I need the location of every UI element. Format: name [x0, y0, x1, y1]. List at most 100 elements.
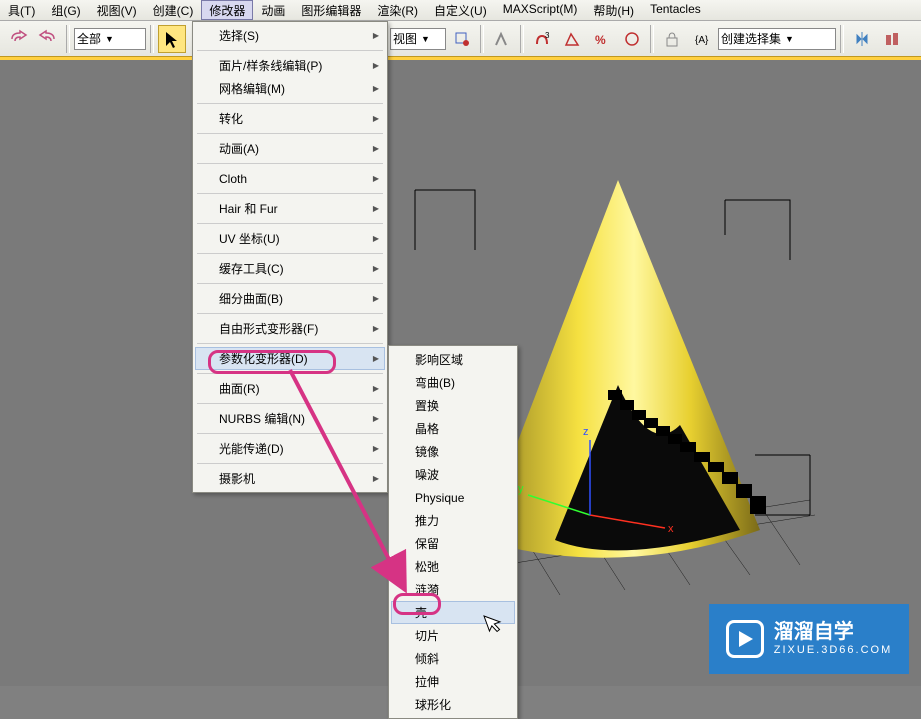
- submenu-skew[interactable]: 倾斜: [391, 647, 515, 670]
- align-icon[interactable]: [878, 25, 906, 53]
- menu-separator: [197, 433, 383, 434]
- submenu-displace[interactable]: 置换: [391, 394, 515, 417]
- menu-separator: [197, 343, 383, 344]
- menu-separator: [197, 103, 383, 104]
- main-toolbar: 全部 ▼ 视图 ▼ 3 % {A} 创建选择集 ▼: [0, 21, 921, 57]
- svg-text:y: y: [518, 483, 524, 495]
- menu-mesh-editing[interactable]: 网格编辑(M): [195, 77, 385, 100]
- menu-radiosity[interactable]: 光能传递(D): [195, 437, 385, 460]
- toolbar-separator: [520, 25, 524, 53]
- angle-snap-icon[interactable]: [558, 25, 586, 53]
- menu-free-form-deformers[interactable]: 自由形式变形器(F): [195, 317, 385, 340]
- menu-separator: [197, 463, 383, 464]
- svg-text:{A}: {A}: [695, 35, 709, 46]
- menu-modifiers[interactable]: 修改器: [201, 0, 253, 20]
- toolbar-separator: [650, 25, 654, 53]
- watermark-subtitle: ZIXUE.3D66.COM: [774, 644, 892, 657]
- submenu-shell[interactable]: 壳: [391, 601, 515, 624]
- reference-coord-label: 视图: [393, 30, 417, 47]
- menu-view[interactable]: 视图(V): [89, 0, 145, 20]
- select-and-manipulate-icon[interactable]: [488, 25, 516, 53]
- redo-icon[interactable]: [34, 25, 62, 53]
- snap-toggle-icon[interactable]: 3: [528, 25, 556, 53]
- toolbar-separator: [840, 25, 844, 53]
- menu-animation-modifiers[interactable]: 动画(A): [195, 137, 385, 160]
- menu-cloth[interactable]: Cloth: [195, 167, 385, 190]
- menu-separator: [197, 193, 383, 194]
- menu-separator: [197, 223, 383, 224]
- svg-text:x: x: [668, 523, 674, 535]
- toolbar-separator: [480, 25, 484, 53]
- menu-uv-coordinates[interactable]: UV 坐标(U): [195, 227, 385, 250]
- use-pivot-center-icon[interactable]: [448, 25, 476, 53]
- toolbar-separator: [150, 25, 154, 53]
- dropdown-arrow-icon: ▼: [785, 34, 794, 44]
- menu-cameras[interactable]: 摄影机: [195, 467, 385, 490]
- dropdown-arrow-icon: ▼: [421, 34, 430, 44]
- submenu-lattice[interactable]: 晶格: [391, 417, 515, 440]
- menu-create[interactable]: 创建(C): [145, 0, 202, 20]
- watermark-title: 溜溜自学: [774, 620, 892, 644]
- named-selection-lock-icon[interactable]: [658, 25, 686, 53]
- menubar: 具(T) 组(G) 视图(V) 创建(C) 修改器 动画 图形编辑器 渲染(R)…: [0, 0, 921, 21]
- svg-text:z: z: [583, 426, 589, 438]
- undo-icon[interactable]: [4, 25, 32, 53]
- play-icon: [726, 620, 764, 658]
- reference-coord-dropdown[interactable]: 视图 ▼: [390, 28, 446, 50]
- menu-conversion[interactable]: 转化: [195, 107, 385, 130]
- menu-maxscript[interactable]: MAXScript(M): [495, 0, 586, 20]
- svg-text:%: %: [595, 33, 606, 47]
- menu-tentacles[interactable]: Tentacles: [642, 0, 709, 20]
- submenu-push[interactable]: 推力: [391, 509, 515, 532]
- spinner-snap-icon[interactable]: [618, 25, 646, 53]
- menu-nurbs-editing[interactable]: NURBS 编辑(N): [195, 407, 385, 430]
- menu-selection[interactable]: 选择(S): [195, 24, 385, 47]
- mirror-icon[interactable]: [848, 25, 876, 53]
- menu-separator: [197, 313, 383, 314]
- menu-subdivision-surfaces[interactable]: 细分曲面(B): [195, 287, 385, 310]
- menu-separator: [197, 283, 383, 284]
- menu-separator: [197, 253, 383, 254]
- menu-separator: [197, 403, 383, 404]
- menu-tools[interactable]: 具(T): [0, 0, 43, 20]
- menu-rendering[interactable]: 渲染(R): [369, 0, 426, 20]
- menu-patch-spline[interactable]: 面片/样条线编辑(P): [195, 54, 385, 77]
- named-selection-label: 创建选择集: [721, 30, 781, 47]
- select-object-tool[interactable]: [158, 25, 186, 53]
- submenu-bend[interactable]: 弯曲(B): [391, 371, 515, 394]
- submenu-ripple[interactable]: 涟漪: [391, 578, 515, 601]
- menu-separator: [197, 133, 383, 134]
- menu-surface[interactable]: 曲面(R): [195, 377, 385, 400]
- menu-help[interactable]: 帮助(H): [585, 0, 642, 20]
- dropdown-arrow-icon: ▼: [105, 34, 114, 44]
- submenu-affect-region[interactable]: 影响区域: [391, 348, 515, 371]
- menu-separator: [197, 163, 383, 164]
- menu-separator: [197, 373, 383, 374]
- submenu-relax[interactable]: 松弛: [391, 555, 515, 578]
- submenu-mirror[interactable]: 镜像: [391, 440, 515, 463]
- watermark-logo: 溜溜自学 ZIXUE.3D66.COM: [709, 604, 909, 674]
- selection-filter-label: 全部: [77, 30, 101, 47]
- percent-snap-icon[interactable]: %: [588, 25, 616, 53]
- submenu-preserve[interactable]: 保留: [391, 532, 515, 555]
- menu-animation[interactable]: 动画: [253, 0, 293, 20]
- submenu-physique[interactable]: Physique: [391, 486, 515, 509]
- menu-hair-fur[interactable]: Hair 和 Fur: [195, 197, 385, 220]
- named-selection-dropdown[interactable]: 创建选择集 ▼: [718, 28, 836, 50]
- selection-filter-dropdown[interactable]: 全部 ▼: [74, 28, 146, 50]
- menu-separator: [197, 50, 383, 51]
- menu-customize[interactable]: 自定义(U): [426, 0, 495, 20]
- toolbar-separator: [66, 25, 70, 53]
- submenu-stretch[interactable]: 拉伸: [391, 670, 515, 693]
- svg-text:3: 3: [545, 31, 550, 40]
- named-selection-edit-icon[interactable]: {A}: [688, 25, 716, 53]
- menu-parametric-deformers[interactable]: 参数化变形器(D): [195, 347, 385, 370]
- menu-cache-tools[interactable]: 缓存工具(C): [195, 257, 385, 280]
- submenu-slice[interactable]: 切片: [391, 624, 515, 647]
- modifiers-dropdown-menu: 选择(S) 面片/样条线编辑(P) 网格编辑(M) 转化 动画(A) Cloth…: [192, 21, 388, 493]
- parametric-deformers-submenu: 影响区域 弯曲(B) 置换 晶格 镜像 噪波 Physique 推力 保留 松弛…: [388, 345, 518, 719]
- menu-graph-editors[interactable]: 图形编辑器: [293, 0, 369, 20]
- menu-group[interactable]: 组(G): [43, 0, 88, 20]
- submenu-noise[interactable]: 噪波: [391, 463, 515, 486]
- submenu-spherify[interactable]: 球形化: [391, 693, 515, 716]
